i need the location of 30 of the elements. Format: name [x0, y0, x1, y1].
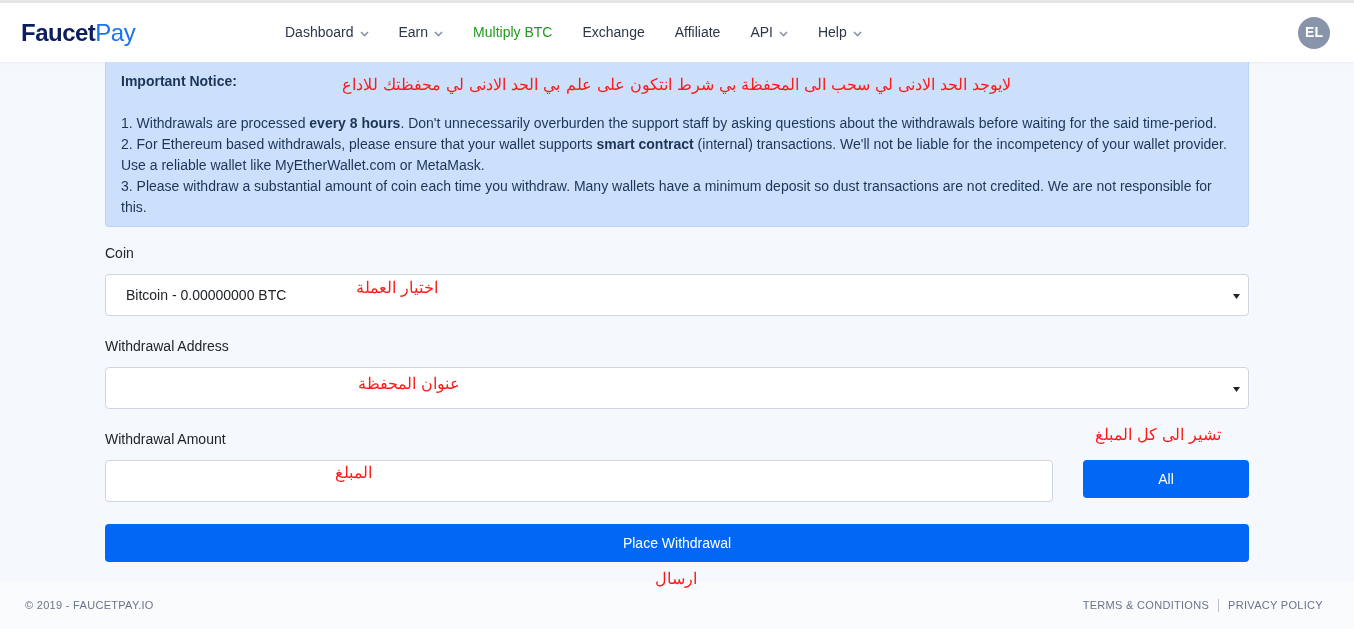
copyright-text: © 2019 - FAUCETPAY.IO [25, 598, 154, 614]
field-label: Coin [105, 244, 135, 263]
nav-link[interactable]: Exchange [582, 22, 645, 43]
notice-text: 1. Withdrawals are processed every 8 hours. Don't unnecessarily overburden the support staff by asking questions about the withdrawals before waiting for the said time-period. [121, 114, 1218, 133]
annotation-text: المبلغ [335, 462, 372, 484]
footer-link[interactable]: PRIVACY POLICY [1228, 597, 1323, 614]
logo[interactable]: FaucetPay [21, 14, 285, 51]
nav-link[interactable]: Earn [398, 22, 444, 43]
all-button[interactable]: All [1083, 460, 1249, 498]
caret-icon [1233, 294, 1240, 299]
annotation-text: اختيار العملة [356, 277, 439, 299]
field-label: Withdrawal Address [105, 337, 230, 356]
caret-icon [1233, 387, 1240, 392]
nav-link[interactable]: Multiply BTC [473, 22, 553, 43]
notice-title: Important Notice: [121, 72, 237, 91]
notice-text: 2. For Ethereum based withdrawals, please ensure that your wallet supports smart contract (internal) transactions. We'll not be liable for the incompetency of your wallet provider. Use a reliable wallet like MyEtherWallet.com or MetaMask. [121, 135, 1228, 175]
notice-text: 3. Please withdraw a substantial amount of coin each time you withdraw. Many wallets have a minimum deposit so dust transactions are not credited. We are not responsible for this. [121, 177, 1213, 217]
field-label: Withdrawal Amount [105, 430, 227, 449]
amount-input[interactable] [105, 460, 1053, 502]
nav-link[interactable]: API [750, 22, 788, 43]
annotation-text: تشير الى كل المبلغ [1095, 424, 1222, 446]
footer-link[interactable]: TERMS & CONDITIONS [1082, 597, 1210, 614]
nav-link[interactable]: Dashboard [285, 22, 369, 43]
place-withdrawal-button[interactable]: Place Withdrawal [105, 524, 1249, 562]
annotation-text: ارسال [655, 568, 697, 590]
nav-link[interactable]: Affiliate [674, 22, 721, 43]
annotation-text: لايوجد الحد الادنى لي سحب الى المحفظة بي شرط انتكون على علم بي الحد الادنى لي محفظتك للاداع [342, 74, 1012, 95]
annotation-text: عنوان المحفظة [358, 373, 461, 395]
nav-link[interactable]: Help [817, 22, 862, 43]
address-select[interactable]: عنوان المحفظة [105, 367, 1249, 409]
